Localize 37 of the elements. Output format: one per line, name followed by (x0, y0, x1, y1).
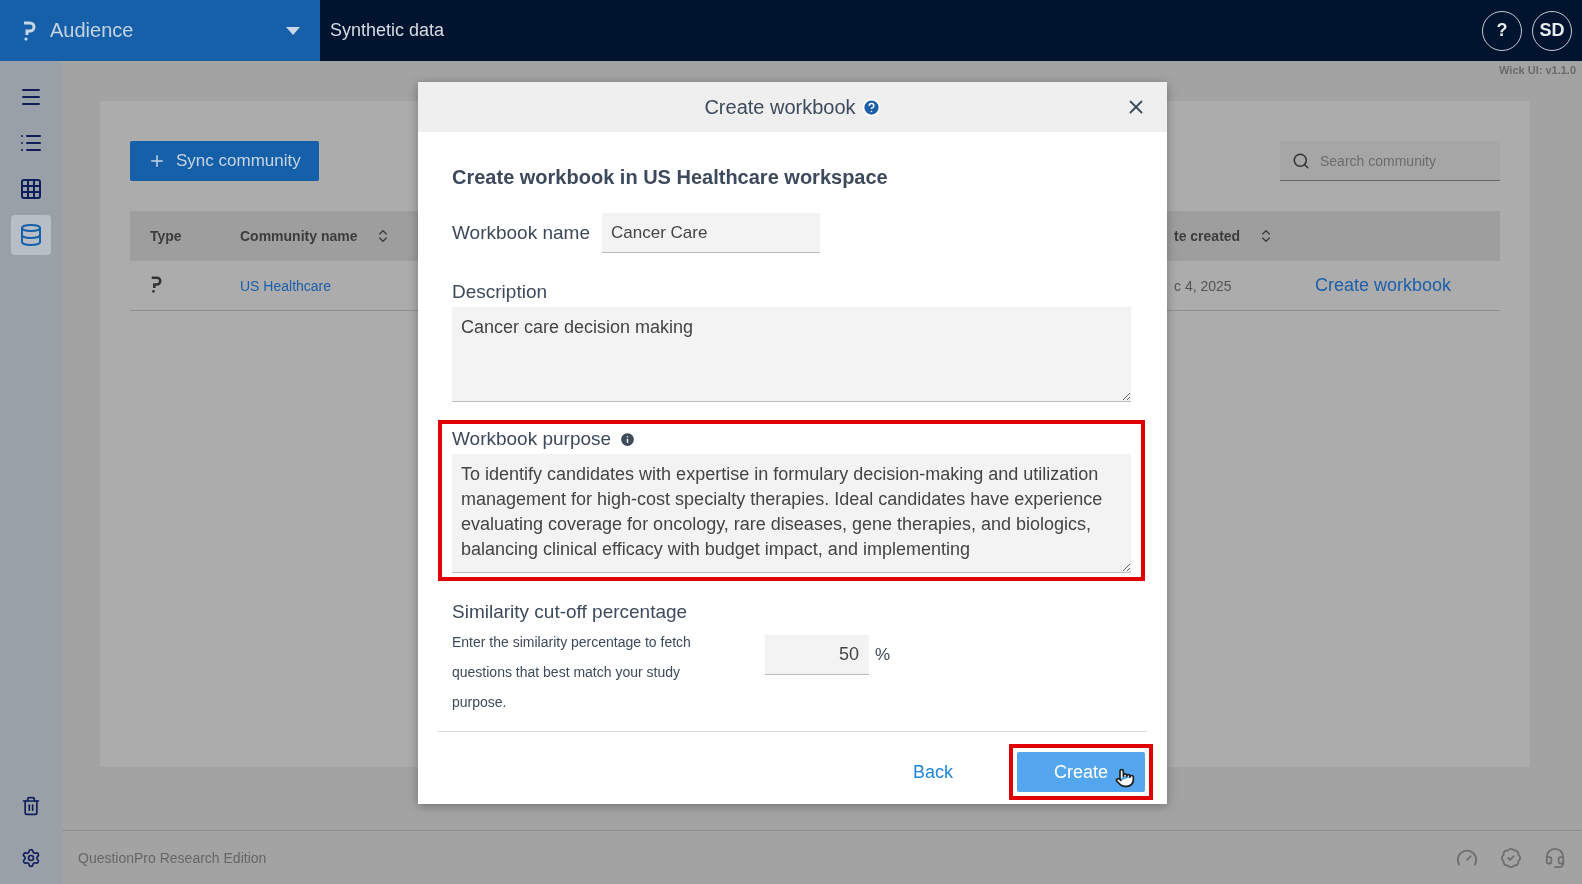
column-header[interactable]: Type (130, 228, 220, 244)
percentage-field[interactable]: 50 (765, 635, 869, 675)
app-name: Audience (50, 19, 135, 42)
field-label: Similarity cut-off percentage (452, 601, 689, 623)
footer-text: QuestionPro Research Edition (78, 849, 268, 866)
help-text: Enter the similarity percentage to fetch questions that best match your study purpose. (452, 633, 692, 712)
version-label: Wick UI: v1.1.0 (1499, 64, 1576, 76)
unit-label: % (875, 645, 891, 665)
sync-community-button[interactable]: Sync community (130, 141, 319, 181)
search-icon (1292, 152, 1310, 170)
page-title: Synthetic data (330, 20, 446, 41)
back-button[interactable]: Back (906, 760, 959, 784)
column-header[interactable]: Community name (220, 228, 400, 244)
date-cell-text: c 4, 2025 (1173, 277, 1233, 294)
badge-check-icon[interactable] (1500, 846, 1522, 869)
logo-icon (150, 275, 162, 293)
logo-icon (22, 20, 36, 41)
column-header[interactable]: te created (1154, 228, 1295, 244)
field-label: Workbook name (452, 222, 590, 244)
community-link[interactable]: US Healthcare (220, 277, 400, 294)
field-label: Description (452, 281, 549, 303)
dialog-heading: Create workbook in US Healthcare workspace (452, 166, 889, 189)
dialog-title: Create workbook (704, 95, 856, 119)
app-switcher[interactable]: Audience (0, 0, 320, 61)
database-icon[interactable] (11, 215, 51, 255)
purpose-field[interactable]: To identify candidates with expertise in formulary decision-making and utilization management for high-cost specialty therapies. Ideal candidates have experience evaluating coverage for oncology, rare diseases, gene therapies, and biologics, balancing clinical efficacy with budget impact, and implementing (452, 454, 1131, 573)
hand-cursor-icon (1115, 768, 1135, 788)
create-workbook-link[interactable]: Create workbook (1295, 275, 1500, 296)
info-icon[interactable] (619, 430, 637, 448)
dropdown-caret-icon (286, 26, 300, 35)
description-field[interactable]: Cancer care decision making (452, 307, 1131, 402)
help-icon[interactable] (861, 97, 881, 117)
search-field[interactable]: Search community (1280, 141, 1500, 181)
plus-icon (148, 152, 166, 170)
field-label: Workbook purpose (452, 428, 612, 450)
workbook-name-field[interactable]: Cancer Care (602, 213, 820, 253)
create-button[interactable]: Create (1017, 752, 1145, 792)
